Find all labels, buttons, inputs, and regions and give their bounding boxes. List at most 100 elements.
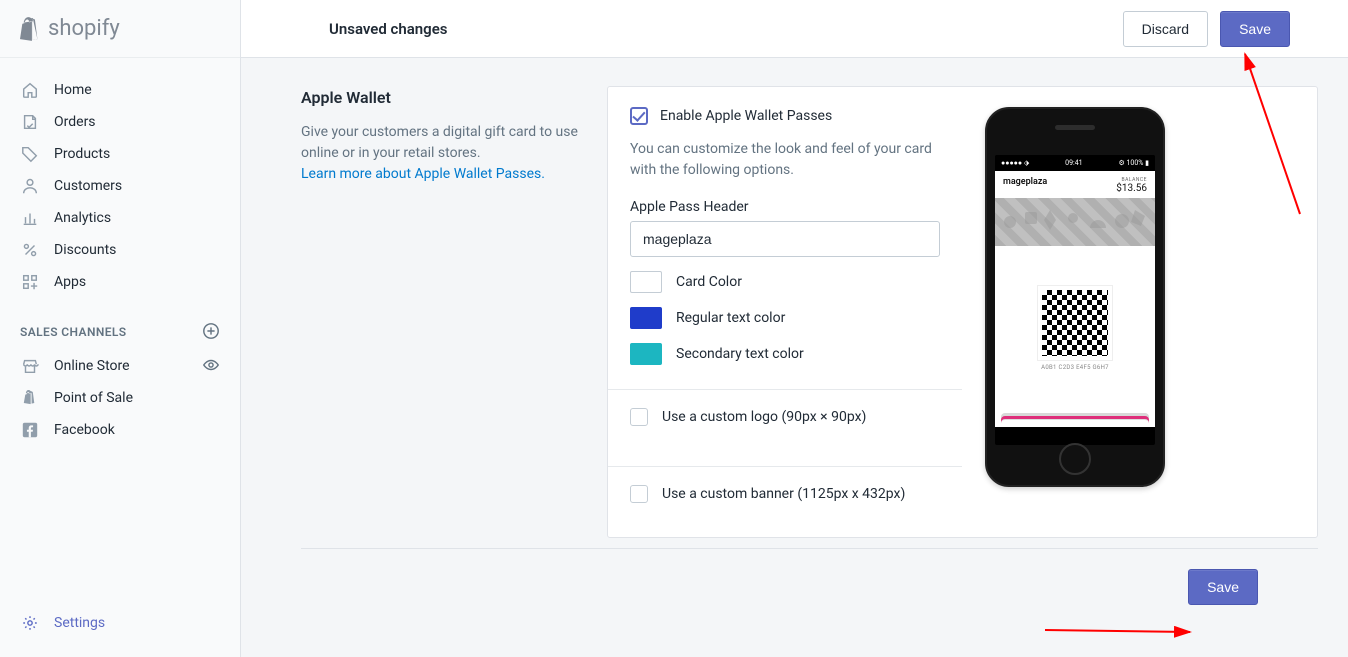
qr-code-text: A0B1 C2D3 E4F5 G6H7 xyxy=(995,364,1155,371)
card-form: Enable Apple Wallet Passes You can custo… xyxy=(630,107,940,503)
topbar-actions: Discard Save xyxy=(1123,11,1320,47)
nav-discounts[interactable]: Discounts xyxy=(0,234,240,266)
pass-banner xyxy=(995,198,1155,246)
pos-icon xyxy=(20,388,40,408)
discount-icon xyxy=(20,240,40,260)
nav-orders-label: Orders xyxy=(54,114,96,130)
tag-icon xyxy=(20,144,40,164)
enable-checkbox[interactable] xyxy=(630,107,648,125)
regular-text-swatch[interactable] xyxy=(630,307,662,329)
card-color-swatch[interactable] xyxy=(630,271,662,293)
store-icon xyxy=(20,356,40,376)
primary-nav: Home Orders Products Customers Analytics xyxy=(0,58,240,597)
channels-header: SALES CHANNELS xyxy=(0,298,240,350)
apps-icon xyxy=(20,272,40,292)
channel-online-store[interactable]: Online Store xyxy=(0,350,240,382)
facebook-icon xyxy=(20,420,40,440)
bottom-actions: Save xyxy=(301,548,1318,615)
nav-home-label: Home xyxy=(54,82,92,98)
pass-balance-value: $13.56 xyxy=(1116,183,1147,194)
qr-code-icon xyxy=(1038,286,1112,360)
nav-analytics[interactable]: Analytics xyxy=(0,202,240,234)
logo-checkbox-row: Use a custom logo (90px × 90px) xyxy=(630,408,940,426)
header-field-label: Apple Pass Header xyxy=(630,199,940,215)
main-area: Apple Wallet Give your customers a digit… xyxy=(241,58,1348,657)
pass-card: mageplaza BALANCE $13.56 xyxy=(995,171,1155,427)
gear-icon xyxy=(20,613,40,633)
logo-checkbox[interactable] xyxy=(630,408,648,426)
nav-products-label: Products xyxy=(54,146,110,162)
shopify-bag-icon xyxy=(20,17,42,41)
enable-row: Enable Apple Wallet Passes xyxy=(630,107,940,125)
logo-area: shopify xyxy=(0,0,240,58)
secondary-color-label: Secondary text color xyxy=(676,346,804,362)
channel-facebook[interactable]: Facebook xyxy=(0,414,240,446)
divider-2 xyxy=(608,466,962,467)
nav-home[interactable]: Home xyxy=(0,74,240,106)
add-channel-icon[interactable] xyxy=(202,322,222,342)
settings-card: Enable Apple Wallet Passes You can custo… xyxy=(607,86,1318,538)
unsaved-changes-title: Unsaved changes xyxy=(329,20,448,38)
banner-checkbox-row: Use a custom banner (1125px x 432px) xyxy=(630,485,940,503)
nav-customers[interactable]: Customers xyxy=(0,170,240,202)
section-desc-text: Give your customers a digital gift card … xyxy=(301,122,581,164)
banner-checkbox[interactable] xyxy=(630,485,648,503)
phone-preview: ●●●●● ⬗ 09:41 ⚙ 100% ▮ mageplaza BALANCE… xyxy=(980,107,1170,503)
secondary-color-row: Secondary text color xyxy=(630,343,940,365)
divider-1 xyxy=(608,389,962,390)
discard-button[interactable]: Discard xyxy=(1123,11,1208,47)
regular-color-label: Regular text color xyxy=(676,310,785,326)
card-color-label: Card Color xyxy=(676,274,742,290)
status-time: 09:41 xyxy=(1065,159,1082,167)
person-icon xyxy=(20,176,40,196)
brand-name: shopify xyxy=(48,16,120,41)
nav-settings[interactable]: Settings xyxy=(0,607,240,639)
section-title: Apple Wallet xyxy=(301,86,581,110)
nav-apps[interactable]: Apps xyxy=(0,266,240,298)
home-icon xyxy=(20,80,40,100)
phone-screen: ●●●●● ⬗ 09:41 ⚙ 100% ▮ mageplaza BALANCE… xyxy=(995,155,1155,445)
channels-title: SALES CHANNELS xyxy=(20,325,127,339)
channel-pos[interactable]: Point of Sale xyxy=(0,382,240,414)
channel-pos-label: Point of Sale xyxy=(54,390,133,406)
card-color-row: Card Color xyxy=(630,271,940,293)
phone-statusbar: ●●●●● ⬗ 09:41 ⚙ 100% ▮ xyxy=(995,155,1155,171)
nav-products[interactable]: Products xyxy=(0,138,240,170)
channel-online-store-label: Online Store xyxy=(54,358,130,374)
orders-icon xyxy=(20,112,40,132)
topbar: Unsaved changes Discard Save xyxy=(241,0,1348,58)
pass-header: mageplaza BALANCE $13.56 xyxy=(995,171,1155,198)
view-store-icon[interactable] xyxy=(202,356,222,376)
regular-color-row: Regular text color xyxy=(630,307,940,329)
nav-discounts-label: Discounts xyxy=(54,242,116,258)
analytics-icon xyxy=(20,208,40,228)
wallet-card-stack xyxy=(1001,413,1149,427)
logo-label: Use a custom logo (90px × 90px) xyxy=(662,409,866,425)
pass-header-name: mageplaza xyxy=(1003,177,1047,187)
qr-area: A0B1 C2D3 E4F5 G6H7 xyxy=(995,246,1155,371)
nav-settings-label: Settings xyxy=(54,615,105,631)
header-input[interactable] xyxy=(630,221,940,257)
channel-facebook-label: Facebook xyxy=(54,422,115,438)
content: Apple Wallet Give your customers a digit… xyxy=(241,58,1348,655)
phone-frame: ●●●●● ⬗ 09:41 ⚙ 100% ▮ mageplaza BALANCE… xyxy=(985,107,1165,487)
shopify-logo[interactable]: shopify xyxy=(20,16,120,41)
enable-label: Enable Apple Wallet Passes xyxy=(660,108,832,124)
apple-wallet-section: Apple Wallet Give your customers a digit… xyxy=(301,58,1318,538)
save-button-bottom[interactable]: Save xyxy=(1188,569,1258,605)
section-description: Apple Wallet Give your customers a digit… xyxy=(301,86,581,538)
banner-pattern-icon xyxy=(995,198,1155,246)
secondary-text-swatch[interactable] xyxy=(630,343,662,365)
nav-customers-label: Customers xyxy=(54,178,122,194)
nav-analytics-label: Analytics xyxy=(54,210,111,226)
customize-help: You can customize the look and feel of y… xyxy=(630,139,940,181)
status-right: ⚙ 100% ▮ xyxy=(1118,159,1149,167)
nav-orders[interactable]: Orders xyxy=(0,106,240,138)
status-left: ●●●●● ⬗ xyxy=(1001,159,1029,167)
save-button-top[interactable]: Save xyxy=(1220,11,1290,47)
banner-label: Use a custom banner (1125px x 432px) xyxy=(662,486,905,502)
sidebar: shopify Home Orders Products Customer xyxy=(0,0,241,657)
learn-more-link[interactable]: Learn more about Apple Wallet Passes. xyxy=(301,166,545,182)
sidebar-footer: Settings xyxy=(0,597,240,657)
nav-apps-label: Apps xyxy=(54,274,86,290)
